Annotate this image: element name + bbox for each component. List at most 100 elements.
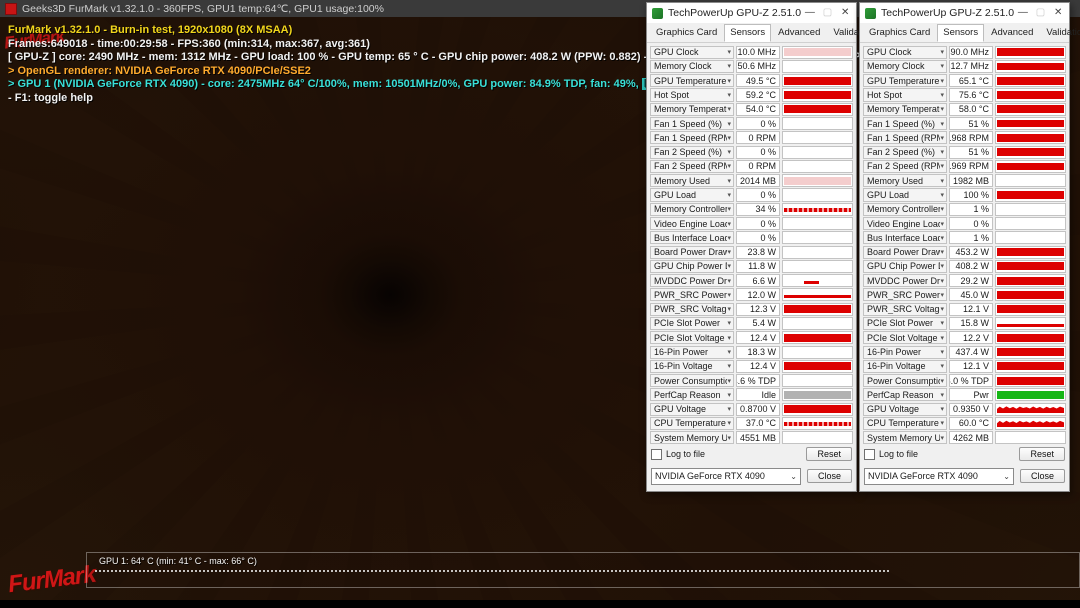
close-button[interactable]: Close bbox=[1020, 469, 1065, 483]
gpuz-titlebar[interactable]: TechPowerUp GPU-Z 2.51.0 — ▢ ✕ bbox=[860, 3, 1069, 23]
sensor-dropdown[interactable]: Board Power Draw▾ bbox=[650, 246, 734, 259]
sensor-value: 12.4 V bbox=[736, 360, 780, 373]
sensor-dropdown[interactable]: Bus Interface Load▾ bbox=[863, 231, 947, 244]
sensor-dropdown[interactable]: Fan 1 Speed (%)▾ bbox=[863, 117, 947, 130]
sensor-dropdown[interactable]: GPU Clock▾ bbox=[650, 46, 734, 59]
sensor-dropdown[interactable]: PerfCap Reason▾ bbox=[863, 388, 947, 401]
sensor-dropdown[interactable]: Fan 1 Speed (RPM)▾ bbox=[650, 131, 734, 144]
dropdown-arrow-icon: ▾ bbox=[727, 205, 731, 213]
minimize-icon[interactable]: — bbox=[1014, 5, 1032, 21]
sensor-dropdown[interactable]: Fan 1 Speed (%)▾ bbox=[650, 117, 734, 130]
sensor-dropdown[interactable]: Fan 1 Speed (RPM)▾ bbox=[863, 131, 947, 144]
tab-graphics-card[interactable]: Graphics Card bbox=[650, 24, 723, 42]
dropdown-arrow-icon: ▾ bbox=[940, 319, 944, 327]
tab-advanced[interactable]: Advanced bbox=[772, 24, 826, 42]
sensor-dropdown[interactable]: GPU Chip Power Draw▾ bbox=[650, 260, 734, 273]
sensor-graph-fill bbox=[997, 362, 1064, 370]
sensor-dropdown[interactable]: GPU Load▾ bbox=[863, 188, 947, 201]
sensor-label: Memory Used bbox=[867, 176, 940, 186]
sensor-dropdown[interactable]: Memory Controller Load▾ bbox=[650, 203, 734, 216]
sensor-dropdown[interactable]: GPU Chip Power Draw▾ bbox=[863, 260, 947, 273]
sensor-graph bbox=[995, 46, 1066, 59]
sensor-dropdown[interactable]: PerfCap Reason▾ bbox=[650, 388, 734, 401]
sensor-dropdown[interactable]: PCIe Slot Power▾ bbox=[863, 317, 947, 330]
sensor-dropdown[interactable]: PCIe Slot Voltage▾ bbox=[863, 331, 947, 344]
dropdown-arrow-icon: ▾ bbox=[727, 177, 731, 185]
close-icon[interactable]: ✕ bbox=[1049, 5, 1067, 21]
reset-button[interactable]: Reset bbox=[806, 447, 852, 461]
log-to-file-checkbox[interactable] bbox=[651, 449, 662, 460]
sensor-dropdown[interactable]: GPU Load▾ bbox=[650, 188, 734, 201]
gpuz-titlebar[interactable]: TechPowerUp GPU-Z 2.51.0 — ▢ ✕ bbox=[647, 3, 856, 23]
sensor-graph bbox=[782, 74, 853, 87]
dropdown-arrow-icon: ▾ bbox=[940, 120, 944, 128]
close-button[interactable]: Close bbox=[807, 469, 852, 483]
sensor-dropdown[interactable]: 16-Pin Voltage▾ bbox=[650, 360, 734, 373]
sensor-dropdown[interactable]: Memory Used▾ bbox=[863, 174, 947, 187]
sensor-dropdown[interactable]: Memory Temperature▾ bbox=[863, 103, 947, 116]
sensor-dropdown[interactable]: Video Engine Load▾ bbox=[650, 217, 734, 230]
close-icon[interactable]: ✕ bbox=[836, 5, 854, 21]
sensor-dropdown[interactable]: Fan 2 Speed (%)▾ bbox=[863, 146, 947, 159]
dropdown-arrow-icon: ▾ bbox=[940, 177, 944, 185]
sensor-row: Fan 2 Speed (RPM)▾1969 RPM bbox=[863, 159, 1066, 173]
sensor-dropdown[interactable]: MVDDC Power Draw▾ bbox=[650, 274, 734, 287]
sensor-dropdown[interactable]: Memory Used▾ bbox=[650, 174, 734, 187]
sensor-graph bbox=[782, 417, 853, 430]
sensor-dropdown[interactable]: PWR_SRC Power Draw▾ bbox=[863, 288, 947, 301]
device-select[interactable]: NVIDIA GeForce RTX 4090⌄ bbox=[651, 468, 801, 485]
device-select[interactable]: NVIDIA GeForce RTX 4090⌄ bbox=[864, 468, 1014, 485]
sensor-dropdown[interactable]: Hot Spot▾ bbox=[863, 88, 947, 101]
sensor-dropdown[interactable]: GPU Voltage▾ bbox=[863, 403, 947, 416]
sensor-dropdown[interactable]: GPU Temperature▾ bbox=[863, 74, 947, 87]
tab-sensors[interactable]: Sensors bbox=[937, 24, 984, 42]
sensor-row: Fan 2 Speed (RPM)▾0 RPM bbox=[650, 159, 853, 173]
sensor-dropdown[interactable]: Bus Interface Load▾ bbox=[650, 231, 734, 244]
sensor-dropdown[interactable]: PCIe Slot Voltage▾ bbox=[650, 331, 734, 344]
sensor-dropdown[interactable]: Fan 2 Speed (RPM)▾ bbox=[863, 160, 947, 173]
sensor-dropdown[interactable]: PWR_SRC Voltage▾ bbox=[650, 303, 734, 316]
sensor-graph-fill bbox=[784, 77, 851, 85]
sensor-dropdown[interactable]: Memory Temperature▾ bbox=[650, 103, 734, 116]
sensor-dropdown[interactable]: Fan 2 Speed (%)▾ bbox=[650, 146, 734, 159]
sensor-dropdown[interactable]: GPU Clock▾ bbox=[863, 46, 947, 59]
sensor-value: Pwr bbox=[949, 388, 993, 401]
sensor-row: MVDDC Power Draw▾29.2 W bbox=[863, 274, 1066, 288]
sensor-dropdown[interactable]: Memory Controller Load▾ bbox=[863, 203, 947, 216]
sensor-value: 6.6 W bbox=[736, 274, 780, 287]
sensor-label: PerfCap Reason bbox=[654, 390, 727, 400]
sensor-dropdown[interactable]: GPU Voltage▾ bbox=[650, 403, 734, 416]
sensor-dropdown[interactable]: 16-Pin Power▾ bbox=[863, 346, 947, 359]
sensor-dropdown[interactable]: PWR_SRC Power Draw▾ bbox=[650, 288, 734, 301]
sensor-dropdown[interactable]: CPU Temperature▾ bbox=[863, 417, 947, 430]
sensor-dropdown[interactable]: GPU Temperature▾ bbox=[650, 74, 734, 87]
sensor-dropdown[interactable]: Power Consumption (%)▾ bbox=[863, 374, 947, 387]
sensor-dropdown[interactable]: System Memory Used▾ bbox=[650, 431, 734, 444]
sensor-row: PerfCap Reason▾Pwr bbox=[863, 388, 1066, 402]
sensor-dropdown[interactable]: System Memory Used▾ bbox=[863, 431, 947, 444]
sensor-dropdown[interactable]: 16-Pin Power▾ bbox=[650, 346, 734, 359]
sensor-dropdown[interactable]: PCIe Slot Power▾ bbox=[650, 317, 734, 330]
sensor-dropdown[interactable]: Power Consumption (%)▾ bbox=[650, 374, 734, 387]
tab-advanced[interactable]: Advanced bbox=[985, 24, 1039, 42]
sensor-dropdown[interactable]: 16-Pin Voltage▾ bbox=[863, 360, 947, 373]
sensor-dropdown[interactable]: CPU Temperature▾ bbox=[650, 417, 734, 430]
gpuz-window-load: TechPowerUp GPU-Z 2.51.0 — ▢ ✕ Graphics … bbox=[859, 2, 1070, 492]
reset-button[interactable]: Reset bbox=[1019, 447, 1065, 461]
tab-validation[interactable]: Validation bbox=[1040, 24, 1080, 42]
minimize-icon[interactable]: — bbox=[801, 5, 819, 21]
sensor-dropdown[interactable]: Fan 2 Speed (RPM)▾ bbox=[650, 160, 734, 173]
tab-sensors[interactable]: Sensors bbox=[724, 24, 771, 42]
sensor-dropdown[interactable]: Board Power Draw▾ bbox=[863, 246, 947, 259]
sensor-dropdown[interactable]: MVDDC Power Draw▾ bbox=[863, 274, 947, 287]
log-to-file-checkbox[interactable] bbox=[864, 449, 875, 460]
sensor-dropdown[interactable]: Memory Clock▾ bbox=[650, 60, 734, 73]
sensor-dropdown[interactable]: Hot Spot▾ bbox=[650, 88, 734, 101]
sensor-value: 100 % bbox=[949, 188, 993, 201]
sensor-dropdown[interactable]: Video Engine Load▾ bbox=[863, 217, 947, 230]
sensor-dropdown[interactable]: PWR_SRC Voltage▾ bbox=[863, 303, 947, 316]
tab-graphics-card[interactable]: Graphics Card bbox=[863, 24, 936, 42]
sensor-dropdown[interactable]: Memory Clock▾ bbox=[863, 60, 947, 73]
sensor-value: 50.6 MHz bbox=[736, 60, 780, 73]
dropdown-arrow-icon: ▾ bbox=[940, 405, 944, 413]
